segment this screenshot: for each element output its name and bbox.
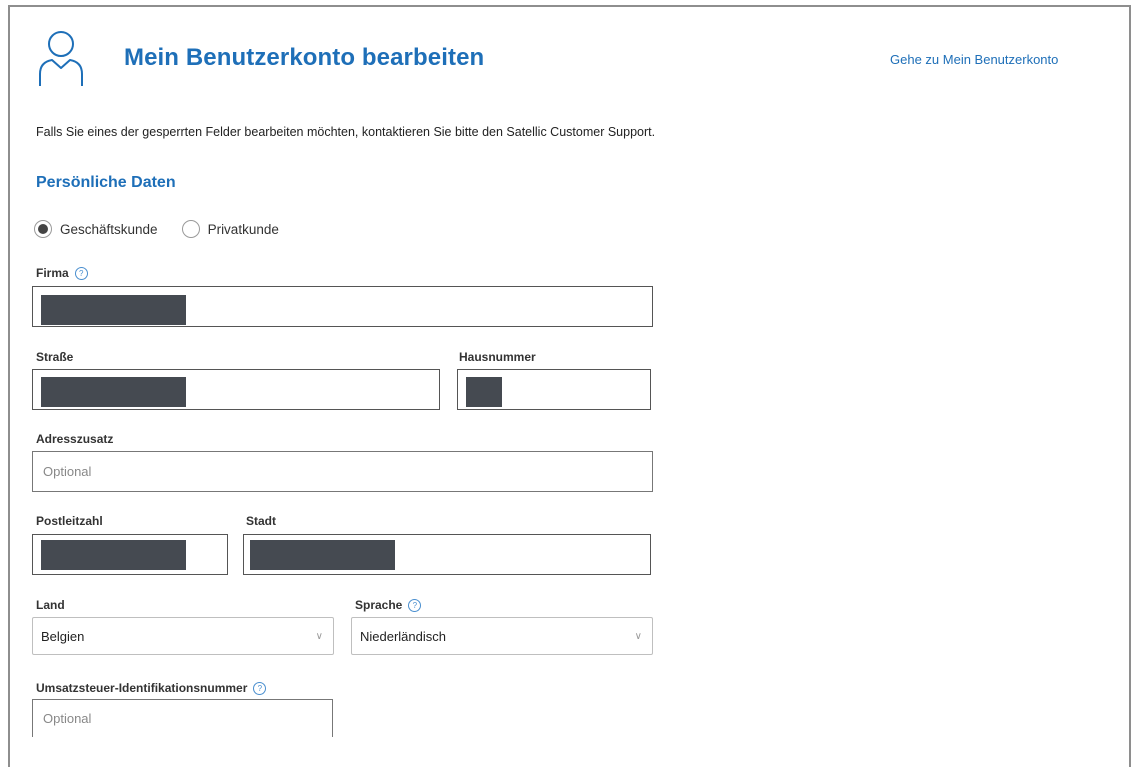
radio-selected-dot [38,224,48,234]
firma-input[interactable] [32,286,653,327]
adresszusatz-label: Adresszusatz [36,432,113,446]
postleitzahl-label: Postleitzahl [36,514,103,528]
chevron-down-icon: ∨ [315,630,323,642]
land-label: Land [36,598,65,612]
hausnummer-label: Hausnummer [459,350,536,364]
firma-label: Firma ? [36,266,88,280]
ust-id-placeholder: Optional [43,711,92,726]
adresszusatz-label-text: Adresszusatz [36,432,114,446]
firma-redacted-value [41,295,186,325]
postleitzahl-redacted-value [41,540,186,570]
stadt-redacted-value [250,540,395,570]
strasse-label: Straße [36,350,73,364]
ust-id-input[interactable]: Optional [32,699,333,737]
sprache-value: Niederländisch [360,628,446,644]
adresszusatz-placeholder: Optional [43,464,92,479]
ust-id-label-text: Umsatzsteuer-Identifikationsnummer [36,681,248,695]
strasse-input[interactable] [32,369,440,410]
strasse-label-text: Straße [36,350,74,364]
goto-account-link[interactable]: Gehe zu Mein Benutzerkonto [890,52,1058,67]
sprache-help-icon[interactable]: ? [408,598,422,612]
land-label-text: Land [36,598,65,612]
postleitzahl-label-text: Postleitzahl [36,514,103,528]
hausnummer-redacted-value [466,377,502,407]
adresszusatz-input[interactable]: Optional [32,451,653,492]
sprache-select[interactable]: Niederländisch ∨ [351,617,653,655]
radio-privatkunde[interactable] [181,220,200,238]
info-text: Falls Sie eines der gesperrten Felder be… [36,125,656,139]
ust-id-label: Umsatzsteuer-Identifikationsnummer ? [36,681,267,695]
ust-id-help-icon[interactable]: ? [253,681,267,695]
hausnummer-input[interactable] [457,369,651,410]
user-icon [39,31,83,86]
radio-label-geschaeftskunde: Geschäftskunde [60,221,158,237]
radio-geschaeftskunde[interactable] [34,220,52,238]
sprache-label-text: Sprache [355,598,403,612]
firma-help-icon[interactable]: ? [74,266,88,280]
postleitzahl-input[interactable] [32,534,228,575]
section-title: Persönliche Daten [36,174,176,191]
strasse-redacted-value [41,377,186,407]
customer-type-radio-group: Geschäftskunde Privatkunde [34,218,295,240]
stadt-label-text: Stadt [246,514,276,528]
land-select[interactable]: Belgien ∨ [32,617,334,655]
chevron-down-icon: ∨ [634,630,642,642]
land-value: Belgien [41,628,85,644]
sprache-label: Sprache ? [355,598,422,612]
stadt-input[interactable] [243,534,651,575]
stadt-label: Stadt [246,514,276,528]
page-title: Mein Benutzerkonto bearbeiten [124,44,485,71]
radio-label-privatkunde: Privatkunde [207,221,279,237]
firma-label-text: Firma [36,266,69,280]
hausnummer-label-text: Hausnummer [459,350,536,364]
